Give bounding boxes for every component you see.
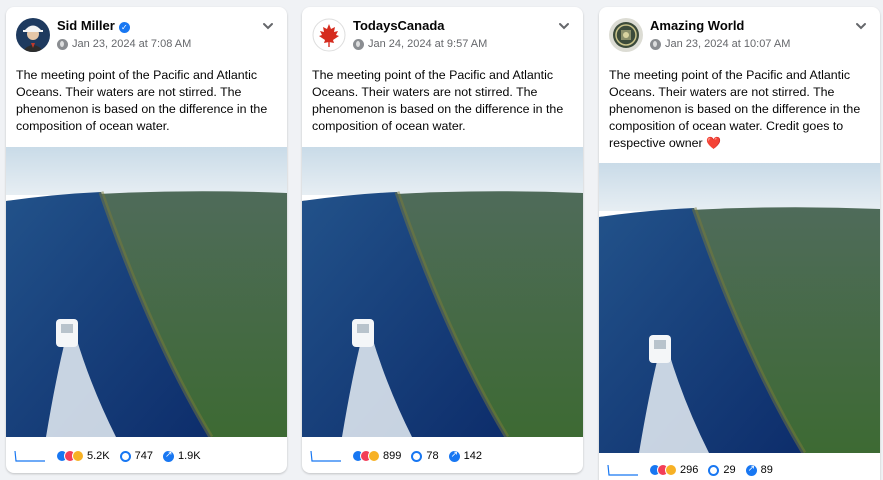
post-card: TodaysCanada Jan 24, 2024 at 9:57 AM The… bbox=[302, 7, 583, 473]
comment-icon bbox=[411, 450, 423, 462]
reactions-count[interactable]: 5.2K bbox=[56, 450, 110, 462]
post-meta: Jan 24, 2024 at 9:57 AM bbox=[353, 38, 487, 50]
author-name[interactable]: TodaysCanada bbox=[353, 18, 445, 33]
post-image[interactable] bbox=[599, 163, 880, 453]
post-footer: 899 78 142 bbox=[302, 439, 583, 473]
comments-value: 747 bbox=[134, 450, 153, 462]
post-text: The meeting point of the Pacific and Atl… bbox=[599, 67, 880, 152]
post-text-body: The meeting point of the Pacific and Atl… bbox=[609, 68, 861, 150]
globe-icon bbox=[353, 38, 364, 50]
comment-icon bbox=[119, 450, 131, 462]
reactions-value: 899 bbox=[383, 450, 402, 462]
shares-count[interactable]: 142 bbox=[448, 449, 482, 462]
shares-value: 142 bbox=[463, 450, 482, 462]
reactions-icon bbox=[56, 450, 84, 462]
avatar[interactable] bbox=[609, 18, 643, 52]
comments-value: 29 bbox=[723, 464, 736, 476]
reactions-count[interactable]: 899 bbox=[352, 450, 401, 462]
avatar[interactable] bbox=[16, 18, 50, 52]
post-text: The meeting point of the Pacific and Atl… bbox=[312, 68, 564, 133]
chevron-down-icon[interactable] bbox=[261, 19, 275, 33]
heart-emoji: ❤️ bbox=[706, 136, 722, 150]
avatar[interactable] bbox=[312, 18, 346, 52]
chevron-down-icon[interactable] bbox=[557, 19, 571, 33]
chevron-down-icon[interactable] bbox=[854, 19, 868, 33]
reactions-icon bbox=[649, 464, 677, 476]
post-header: TodaysCanada Jan 24, 2024 at 9:57 AM bbox=[302, 7, 583, 67]
post-footer: 5.2K 747 1.9K bbox=[6, 439, 287, 473]
timestamp[interactable]: Jan 24, 2024 at 9:57 AM bbox=[368, 38, 487, 50]
share-icon bbox=[163, 449, 174, 462]
sparkline-icon[interactable] bbox=[607, 463, 639, 477]
shares-value: 89 bbox=[760, 464, 773, 476]
shares-count[interactable]: 1.9K bbox=[163, 449, 201, 462]
author-name-text[interactable]: Sid Miller bbox=[57, 18, 115, 33]
post-header: Sid Miller ✓ Jan 23, 2024 at 7:08 AM bbox=[6, 7, 287, 67]
reactions-count[interactable]: 296 bbox=[649, 464, 698, 476]
comments-count[interactable]: 78 bbox=[411, 450, 439, 462]
timestamp[interactable]: Jan 23, 2024 at 10:07 AM bbox=[665, 38, 790, 50]
comment-icon bbox=[708, 464, 720, 476]
post-text: The meeting point of the Pacific and Atl… bbox=[16, 68, 268, 133]
post-header: Amazing World Jan 23, 2024 at 10:07 AM bbox=[599, 7, 880, 67]
author-name[interactable]: Sid Miller ✓ bbox=[57, 18, 130, 33]
globe-icon bbox=[650, 38, 661, 50]
share-icon bbox=[745, 463, 757, 476]
comments-count[interactable]: 747 bbox=[119, 450, 153, 462]
post-meta: Jan 23, 2024 at 7:08 AM bbox=[57, 38, 191, 50]
sparkline-icon[interactable] bbox=[14, 449, 46, 463]
comments-count[interactable]: 29 bbox=[708, 464, 736, 476]
author-name[interactable]: Amazing World bbox=[650, 18, 744, 33]
reactions-value: 5.2K bbox=[87, 450, 110, 462]
comments-value: 78 bbox=[426, 450, 439, 462]
timestamp[interactable]: Jan 23, 2024 at 7:08 AM bbox=[72, 38, 191, 50]
post-footer: 296 29 89 bbox=[599, 453, 880, 480]
sparkline-icon[interactable] bbox=[310, 449, 342, 463]
verified-badge-icon: ✓ bbox=[118, 22, 130, 33]
globe-icon bbox=[57, 38, 68, 50]
shares-count[interactable]: 89 bbox=[745, 463, 773, 476]
share-icon bbox=[448, 449, 460, 462]
post-card: Amazing World Jan 23, 2024 at 10:07 AM T… bbox=[599, 7, 880, 480]
post-card: Sid Miller ✓ Jan 23, 2024 at 7:08 AM The … bbox=[6, 7, 287, 473]
post-meta: Jan 23, 2024 at 10:07 AM bbox=[650, 38, 790, 50]
reactions-icon bbox=[352, 450, 380, 462]
shares-value: 1.9K bbox=[178, 450, 201, 462]
post-image[interactable] bbox=[302, 147, 583, 437]
post-image[interactable] bbox=[6, 147, 287, 437]
reactions-value: 296 bbox=[680, 464, 699, 476]
